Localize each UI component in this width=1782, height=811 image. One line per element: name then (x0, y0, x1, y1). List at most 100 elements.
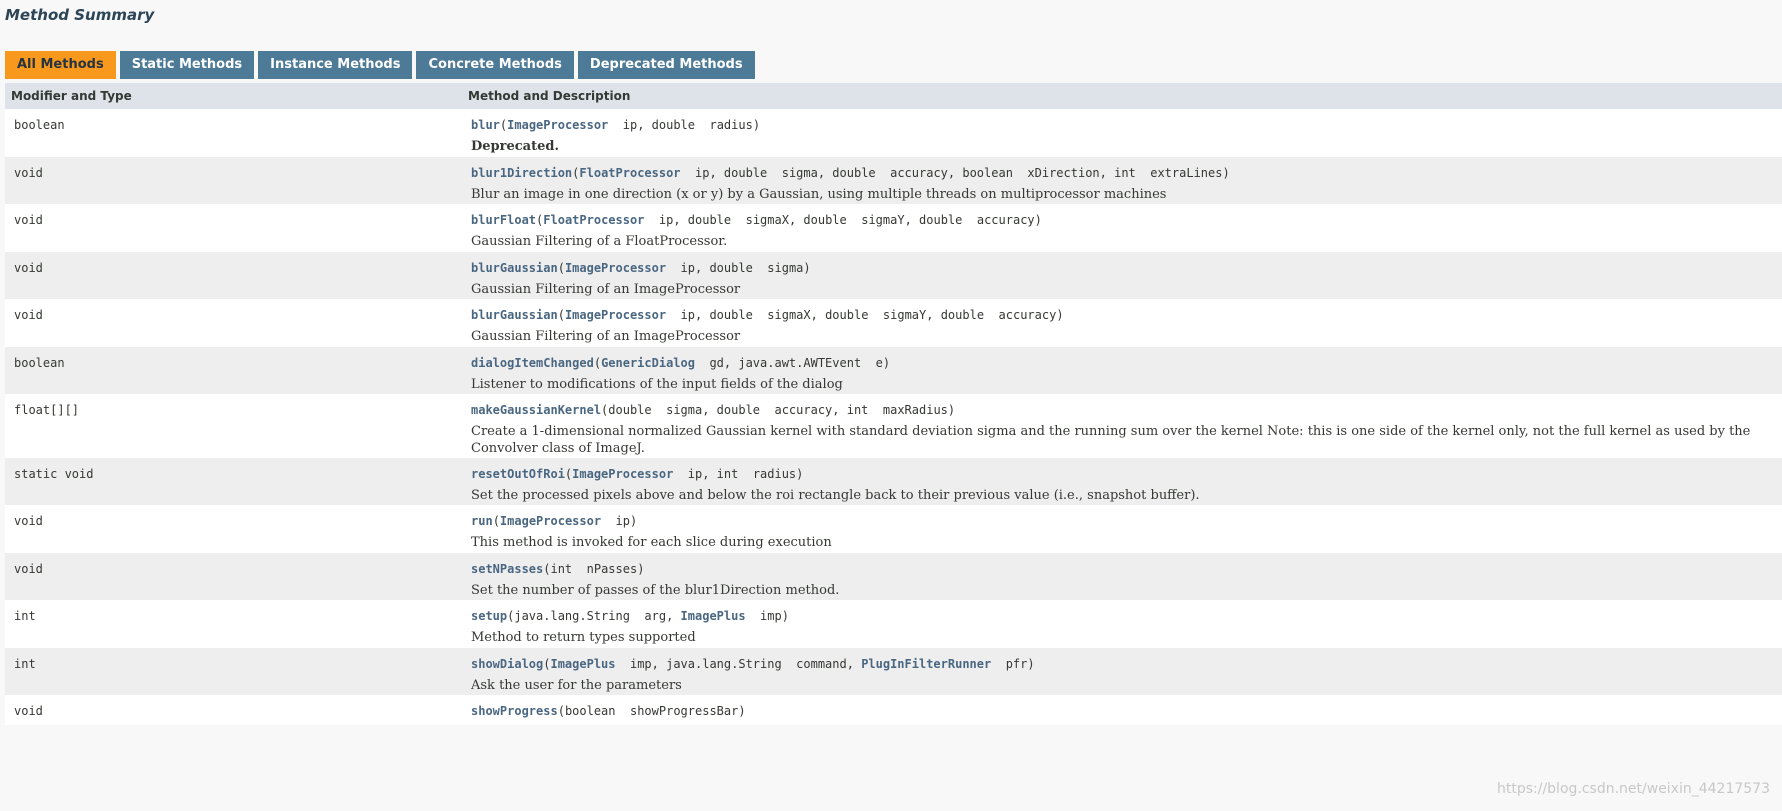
method-name-link[interactable]: run (471, 514, 493, 528)
param-type-link[interactable]: ImagePlus (681, 609, 746, 623)
method-signature: showDialog(ImagePlus imp, java.lang.Stri… (471, 657, 1035, 671)
param-type-link[interactable]: ImageProcessor (507, 118, 608, 132)
method-signature: dialogItemChanged(GenericDialog gd, java… (471, 356, 891, 370)
param-type-link[interactable]: ImageProcessor (565, 308, 666, 322)
param-name: ip (622, 118, 638, 132)
method-description: Set the processed pixels above and below… (471, 488, 1200, 503)
method-name-link[interactable]: blurGaussian (471, 308, 558, 322)
param-name: sigmaY (882, 308, 927, 322)
modifier-type: boolean (14, 118, 65, 132)
param-name: ip (680, 308, 695, 322)
modifier-type: static void (14, 467, 94, 481)
param-type: double (716, 403, 761, 417)
param-type-link[interactable]: ImageProcessor (572, 467, 673, 481)
method-name-link[interactable]: blur (471, 118, 500, 132)
method-cell: blur(ImageProcessor ip, double radius) De… (462, 109, 1782, 157)
method-description: Set the number of passes of the blur1Dir… (471, 583, 840, 598)
method-signature: blurGaussian(ImageProcessor ip, double s… (471, 308, 1064, 322)
table-row: int showDialog(ImagePlus imp, java.lang.S… (5, 648, 1782, 695)
param-name: showProgressBar (629, 704, 739, 718)
param-name: accuracy (998, 308, 1057, 322)
param-name: maxRadius (882, 403, 948, 417)
param-name: accuracy (976, 213, 1035, 227)
param-type-link[interactable]: FloatProcessor (543, 213, 644, 227)
method-cell: blur1Direction(FloatProcessor ip, double… (462, 157, 1782, 204)
param-name: e (875, 356, 883, 370)
table-row: void blurGaussian(ImageProcessor ip, doub… (5, 252, 1782, 299)
modifier-type: void (14, 514, 43, 528)
param-name: extraLines (1150, 166, 1223, 180)
table-row: float[][] makeGaussianKernel(double sigma… (5, 394, 1782, 458)
param-name: gd (709, 356, 724, 370)
param-name: ip (680, 261, 695, 275)
param-name: radius (752, 467, 797, 481)
table-row: void blurGaussian(ImageProcessor ip, doub… (5, 299, 1782, 347)
method-name-link[interactable]: setNPasses (471, 562, 543, 576)
method-description: Ask the user for the parameters (471, 678, 682, 693)
section-title: Method Summary (5, 6, 155, 24)
method-signature: blur1Direction(FloatProcessor ip, double… (471, 166, 1230, 180)
param-name: xDirection (1027, 166, 1100, 180)
method-cell: makeGaussianKernel(double sigma, double … (462, 394, 1782, 458)
method-name-link[interactable]: blurFloat (471, 213, 536, 227)
param-type: double (709, 261, 753, 275)
table-row: void run(ImageProcessor ip) This method is… (5, 505, 1782, 553)
param-name: radius (709, 118, 753, 132)
param-name: sigmaX (745, 213, 789, 227)
tab-static-methods[interactable]: Static Methods (119, 51, 255, 79)
method-cell: run(ImageProcessor ip) This method is inv… (462, 505, 1782, 553)
modifier-type: boolean (14, 356, 65, 370)
tab-instance-methods[interactable]: Instance Methods (258, 51, 413, 79)
table-body: boolean blur(ImageProcessor ip, double ra… (5, 109, 1782, 725)
method-cell: showProgress(boolean showProgressBar) (462, 695, 1782, 725)
param-type: double (608, 403, 652, 417)
param-type: int (550, 562, 573, 576)
method-name-link[interactable]: makeGaussianKernel (471, 403, 601, 417)
table-row: int setup(java.lang.String arg, ImagePlus… (5, 600, 1782, 648)
method-name-link[interactable]: blurGaussian (471, 261, 558, 275)
param-type: double (825, 308, 869, 322)
method-cell: resetOutOfRoi(ImageProcessor ip, int rad… (462, 458, 1782, 505)
param-name: sigma (767, 261, 804, 275)
method-description: Gaussian Filtering of an ImageProcessor (471, 329, 741, 344)
method-name-link[interactable]: resetOutOfRoi (471, 467, 565, 481)
method-description: This method is invoked for each slice du… (471, 535, 832, 550)
tab-all-methods[interactable]: All Methods (5, 51, 116, 79)
method-name-link[interactable]: setup (471, 609, 507, 623)
param-type: double (709, 308, 753, 322)
method-description: Listener to modifications of the input f… (471, 377, 843, 392)
param-type: java.lang.String (514, 609, 630, 623)
method-signature: run(ImageProcessor ip) (471, 514, 638, 528)
param-type: double (803, 213, 847, 227)
method-name-link[interactable]: dialogItemChanged (471, 356, 594, 370)
param-type-link[interactable]: PlugInFilterRunner (861, 657, 991, 671)
param-type-link[interactable]: ImagePlus (550, 657, 615, 671)
method-summary-table: Modifier and Type Method and Description… (5, 83, 1782, 725)
method-cell: dialogItemChanged(GenericDialog gd, java… (462, 347, 1782, 394)
method-cell: showDialog(ImagePlus imp, java.lang.Stri… (462, 648, 1782, 695)
method-name-link[interactable]: showDialog (471, 657, 543, 671)
table-row: boolean blur(ImageProcessor ip, double ra… (5, 109, 1782, 157)
method-cell: blurFloat(FloatProcessor ip, double sigm… (462, 204, 1782, 252)
param-name: sigma (781, 166, 818, 180)
param-name: ip (687, 467, 703, 481)
method-name-link[interactable]: showProgress (471, 704, 558, 718)
method-signature: resetOutOfRoi(ImageProcessor ip, int rad… (471, 467, 804, 481)
param-type-link[interactable]: GenericDialog (601, 356, 695, 370)
tab-deprecated-methods[interactable]: Deprecated Methods (577, 51, 755, 79)
method-signature: setup(java.lang.String arg, ImagePlus im… (471, 609, 789, 623)
modifier-type: void (14, 213, 43, 227)
param-type-link[interactable]: ImageProcessor (565, 261, 666, 275)
method-description: Gaussian Filtering of an ImageProcessor (471, 282, 741, 297)
tab-concrete-methods[interactable]: Concrete Methods (416, 51, 574, 79)
modifier-type: float[][] (14, 403, 80, 417)
param-type: java.awt.AWTEvent (738, 356, 862, 370)
method-name-link[interactable]: blur1Direction (471, 166, 572, 180)
deprecated-label: Deprecated. (471, 139, 559, 154)
method-signature: makeGaussianKernel(double sigma, double … (471, 403, 956, 417)
column-header-method: Method and Description (468, 89, 631, 103)
table-row: void blur1Direction(FloatProcessor ip, do… (5, 157, 1782, 204)
param-type-link[interactable]: FloatProcessor (579, 166, 680, 180)
param-type-link[interactable]: ImageProcessor (500, 514, 601, 528)
table-row: static void resetOutOfRoi(ImageProcessor … (5, 458, 1782, 505)
